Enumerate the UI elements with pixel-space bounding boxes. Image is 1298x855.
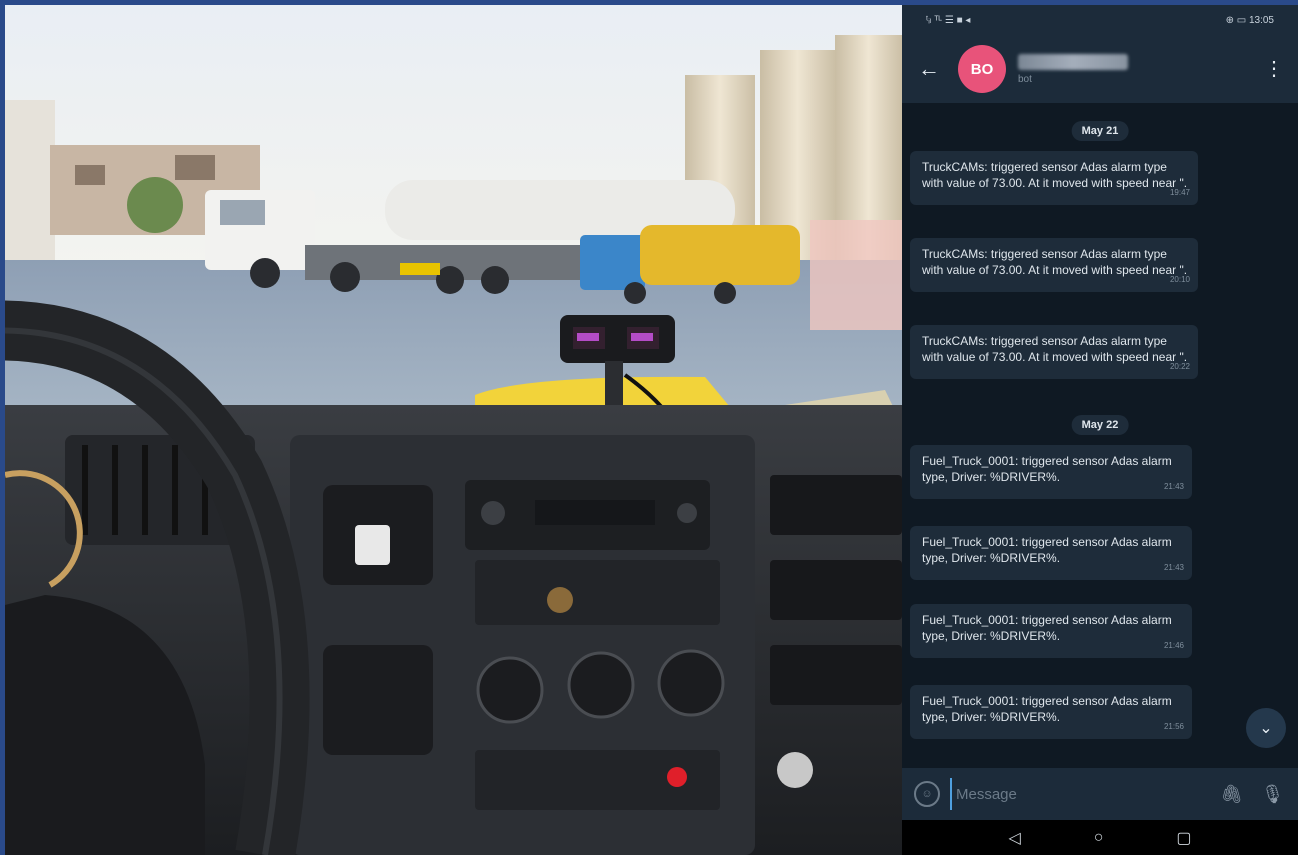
more-options-icon[interactable]: ⋮ [1264,59,1284,79]
message-bubble[interactable]: TruckCAMs: triggered sensor Adas alarm t… [910,238,1198,292]
message-time: 21:56 [1163,722,1184,731]
status-bar-right: ⊕ ▭ 13:05 [1225,14,1274,26]
message-composer: ☺ 🖇 🎙 [902,768,1298,820]
screenshot-frame: ᵗᵢₗ ᵀᴸ ☰ ■ ◂ ⊕ ▭ 13:05 ← BO bot ⋮ May 21… [0,0,1298,855]
dashcam-photo [5,5,902,855]
message-text: Fuel_Truck_0001: triggered sensor Adas a… [922,535,1172,565]
avatar[interactable]: BO [958,45,1006,93]
message-time: 21:46 [1163,641,1184,650]
message-time: 20:22 [1169,362,1190,371]
message-input[interactable] [950,778,1203,810]
nav-home-icon[interactable]: ○ [1094,829,1104,847]
message-time: 21:43 [1163,563,1184,572]
message-text: Fuel_Truck_0001: triggered sensor Adas a… [922,694,1172,724]
contact-name-redacted [1018,53,1128,70]
message-bubble[interactable]: TruckCAMs: triggered sensor Adas alarm t… [910,325,1198,379]
message-bubble[interactable]: Fuel_Truck_0001: triggered sensor Adas a… [910,526,1192,580]
contact-info[interactable]: bot [1018,53,1264,85]
message-time: 20:10 [1169,275,1190,284]
message-bubble[interactable]: Fuel_Truck_0001: triggered sensor Adas a… [910,685,1192,739]
contact-status: bot [1018,73,1032,85]
message-list[interactable]: May 21 TruckCAMs: triggered sensor Adas … [902,103,1298,768]
message-time: 21:43 [1163,482,1184,491]
microphone-icon[interactable]: 🎙 [1261,784,1284,805]
status-bar: ᵗᵢₗ ᵀᴸ ☰ ■ ◂ ⊕ ▭ 13:05 [902,5,1298,35]
message-bubble[interactable]: TruckCAMs: triggered sensor Adas alarm t… [910,151,1198,205]
message-bubble[interactable]: Fuel_Truck_0001: triggered sensor Adas a… [910,445,1192,499]
android-nav-bar: ◁ ○ ▢ [902,820,1298,855]
nav-back-icon[interactable]: ◁ [1008,828,1020,848]
message-text: TruckCAMs: triggered sensor Adas alarm t… [922,160,1188,190]
nav-recents-icon[interactable]: ▢ [1176,828,1191,848]
message-bubble[interactable]: Fuel_Truck_0001: triggered sensor Adas a… [910,604,1192,658]
message-text: Fuel_Truck_0001: triggered sensor Adas a… [922,454,1172,484]
date-separator: May 22 [1071,415,1129,435]
telegram-phone-screen: ᵗᵢₗ ᵀᴸ ☰ ■ ◂ ⊕ ▭ 13:05 ← BO bot ⋮ May 21… [902,5,1298,855]
message-text: TruckCAMs: triggered sensor Adas alarm t… [922,247,1188,277]
truck-cab-photo [5,5,902,855]
message-text: TruckCAMs: triggered sensor Adas alarm t… [922,334,1188,364]
message-time: 19:47 [1169,188,1190,197]
chat-header: ← BO bot ⋮ [902,35,1298,103]
status-bar-left: ᵗᵢₗ ᵀᴸ ☰ ■ ◂ [926,14,971,26]
scroll-to-bottom-button[interactable]: ⌄ [1246,708,1286,748]
emoji-icon[interactable]: ☺ [914,781,940,807]
message-text: Fuel_Truck_0001: triggered sensor Adas a… [922,613,1172,643]
date-separator: May 21 [1071,121,1129,141]
attach-icon[interactable]: 🖇 [1220,784,1243,805]
back-arrow-icon[interactable]: ← [918,56,958,82]
